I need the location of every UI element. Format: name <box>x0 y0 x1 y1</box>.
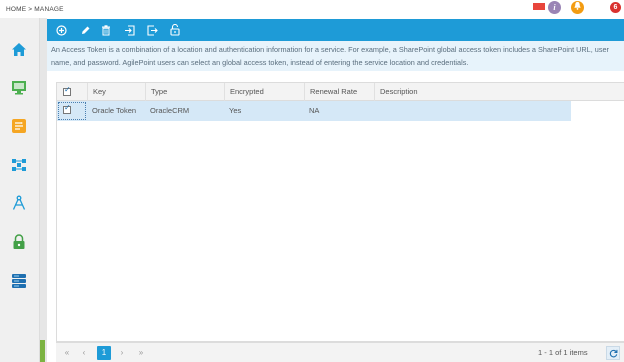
unlock-icon <box>170 24 180 36</box>
export-icon <box>146 24 158 36</box>
refresh-button[interactable] <box>606 346 620 360</box>
column-header-type[interactable]: Type <box>145 83 224 101</box>
compass-icon[interactable] <box>10 194 28 212</box>
bell-icon[interactable] <box>571 1 584 14</box>
last-page-button[interactable]: » <box>134 346 148 360</box>
column-header-description[interactable]: Description <box>374 83 624 101</box>
access-token-grid: Key Type Encrypted Renewal Rate Descript… <box>56 82 624 342</box>
row-checkbox[interactable] <box>63 103 71 114</box>
refresh-icon <box>609 349 617 357</box>
trash-icon <box>102 24 110 35</box>
page-description: An Access Token is a combination of a lo… <box>47 41 624 71</box>
prev-page-button[interactable]: ‹ <box>77 346 91 360</box>
sidebar <box>0 18 40 362</box>
sidebar-accent-bar <box>40 340 45 362</box>
workflow-icon[interactable] <box>10 117 28 135</box>
edit-button[interactable] <box>77 22 93 38</box>
add-button[interactable] <box>53 22 69 38</box>
next-page-button[interactable]: › <box>115 346 129 360</box>
info-icon[interactable]: i <box>548 1 561 14</box>
import-button[interactable] <box>121 22 137 38</box>
import-icon <box>124 24 135 36</box>
grid-header: Key Type Encrypted Renewal Rate Descript… <box>57 83 624 101</box>
cell-renewal-rate: NA <box>309 106 320 115</box>
pencil-icon <box>81 26 89 34</box>
toolbar <box>47 19 624 41</box>
table-row[interactable]: Oracle Token OracleCRM Yes NA <box>57 101 571 121</box>
top-bar: HOME > MANAGE i 6 <box>0 0 624 18</box>
breadcrumb[interactable]: HOME > MANAGE <box>6 6 64 13</box>
cell-type: OracleCRM <box>150 106 190 115</box>
column-header-renewal-rate[interactable]: Renewal Rate <box>304 83 374 101</box>
pager-info: 1 - 1 of 1 items <box>538 348 588 357</box>
current-page-button[interactable]: 1 <box>97 346 111 360</box>
delete-button[interactable] <box>98 22 114 38</box>
column-header-key[interactable]: Key <box>87 83 145 101</box>
cell-key: Oracle Token <box>92 106 137 115</box>
column-header-encrypted[interactable]: Encrypted <box>224 83 304 101</box>
notification-count-badge[interactable]: 6 <box>610 2 621 13</box>
process-icon[interactable] <box>10 156 28 174</box>
first-page-button[interactable]: « <box>60 346 74 360</box>
export-button[interactable] <box>144 22 160 38</box>
unlock-button[interactable] <box>167 22 183 38</box>
plus-circle-icon <box>55 24 67 36</box>
flag-icon[interactable] <box>533 3 545 10</box>
cell-encrypted: Yes <box>229 106 242 115</box>
pager: « ‹ 1 › » 1 - 1 of 1 items <box>56 342 624 362</box>
database-icon[interactable] <box>10 272 28 290</box>
lock-icon[interactable] <box>10 233 28 251</box>
sidebar-divider <box>40 18 47 362</box>
select-all-checkbox[interactable] <box>63 85 71 96</box>
cell-description <box>374 101 379 121</box>
home-icon[interactable] <box>10 40 28 58</box>
monitor-icon[interactable] <box>10 78 28 96</box>
